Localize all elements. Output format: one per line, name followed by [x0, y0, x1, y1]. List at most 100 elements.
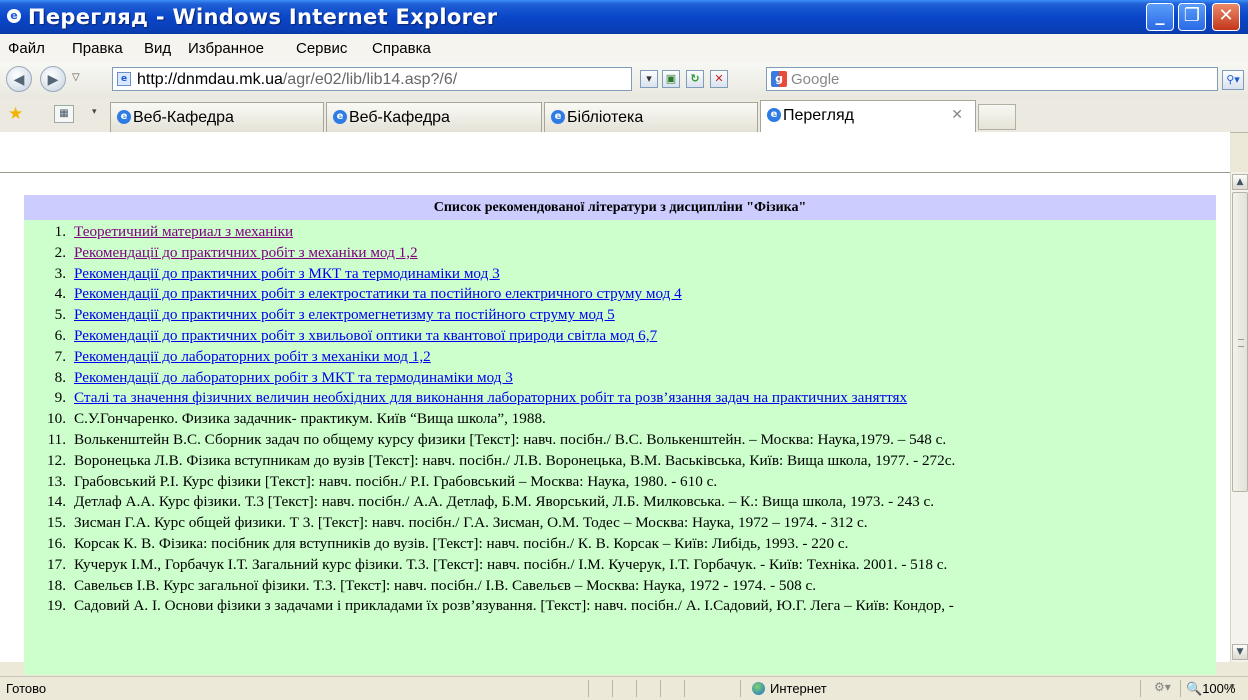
list-item: 5. Рекомендації до практичних робіт з еле…: [24, 306, 1216, 327]
literature-link[interactable]: Рекомендації до лабораторних робіт з МКТ…: [74, 369, 513, 387]
item-number: 7.: [54, 347, 66, 365]
list-item: 16. Корсак К. В. Фізика: посібник для вст…: [24, 535, 1216, 556]
close-button[interactable]: ✕: [1212, 3, 1240, 31]
scroll-thumb[interactable]: [1232, 192, 1248, 492]
literature-link[interactable]: Рекомендації до практичних робіт з хвиль…: [74, 327, 657, 345]
url-host: http://dnmdau.mk.ua: [137, 71, 283, 88]
status-divider: [684, 680, 685, 697]
status-divider: [1140, 680, 1141, 697]
literature-link[interactable]: Рекомендації до практичних робіт з МКТ т…: [74, 265, 500, 283]
scroll-down-button[interactable]: ▼: [1232, 644, 1248, 660]
list-item: 13. Грабовський Р.І. Курс фізики [Текст]:…: [24, 473, 1216, 494]
literature-entry: Волькенштейн В.С. Сборник задач по общем…: [74, 430, 947, 448]
tab-ie-icon: e: [767, 108, 781, 122]
literature-link[interactable]: Рекомендації до практичних робіт з елект…: [74, 285, 682, 303]
favorites-star-icon[interactable]: ★: [8, 104, 23, 124]
menu-edit[interactable]: Правка: [72, 40, 123, 57]
literature-link[interactable]: Рекомендації до практичних робіт з елект…: [74, 306, 615, 324]
list-item: 14. Детлаф А.А. Курс фізики. Т.3 [Текст]:…: [24, 493, 1216, 514]
refresh-icon[interactable]: ↻: [686, 70, 704, 88]
menu-tools[interactable]: Сервис: [296, 40, 347, 57]
item-number: 13.: [47, 472, 66, 490]
list-item: 15. Зисман Г.А. Курс общей физики. Т 3. […: [24, 514, 1216, 535]
address-input[interactable]: e http://dnmdau.mk.ua/agr/e02/lib/lib14.…: [112, 67, 632, 91]
status-divider: [612, 680, 613, 697]
list-item: 8. Рекомендації до лабораторних робіт з М…: [24, 369, 1216, 390]
forward-button[interactable]: ▶: [40, 66, 66, 92]
literature-heading: Список рекомендованої літератури з дисци…: [24, 195, 1216, 220]
menu-help[interactable]: Справка: [372, 40, 431, 57]
literature-link[interactable]: Теоретичний материал з механіки: [74, 223, 293, 241]
address-url[interactable]: http://dnmdau.mk.ua/agr/e02/lib/lib14.as…: [137, 71, 457, 89]
literature-list: 1. Теоретичний материал з механіки 2. Реком…: [24, 223, 1216, 618]
list-item: 2. Рекомендації до практичних робіт з мех…: [24, 244, 1216, 265]
literature-entry: Грабовський Р.І. Курс фізики [Текст]: на…: [74, 472, 718, 490]
recent-pages-dropdown[interactable]: ▽: [72, 72, 80, 83]
item-number: 19.: [47, 597, 66, 615]
security-zone: Интернет: [770, 681, 827, 696]
literature-entry: Кучерук І.М., Горбачук І.Т. Загальний ку…: [74, 555, 948, 573]
minimize-button[interactable]: _: [1146, 3, 1174, 31]
literature-entry: С.У.Гончаренко. Физика задачник- практик…: [74, 410, 546, 428]
list-item: 19. Садовий А. І. Основи фізики з задачам…: [24, 597, 1216, 618]
tab-view[interactable]: e Перегляд ✕: [760, 100, 976, 132]
search-input[interactable]: g Google: [766, 67, 1218, 91]
address-dropdown-button[interactable]: ▾: [640, 70, 658, 88]
tab-label: Веб-Кафедра: [349, 109, 450, 126]
zoom-level[interactable]: 🔍100%: [1186, 681, 1235, 697]
item-number: 5.: [54, 306, 66, 324]
tab-web-kafedra-2[interactable]: e Веб-Кафедра: [326, 102, 542, 132]
stop-icon[interactable]: ✕: [710, 70, 728, 88]
item-number: 16.: [47, 534, 66, 552]
literature-entry: Савельєв І.В. Курс загальної фізики. Т.3…: [74, 576, 817, 594]
new-tab-button[interactable]: [978, 104, 1016, 130]
list-item: 7. Рекомендації до лабораторних робіт з м…: [24, 348, 1216, 369]
quick-tabs-icon[interactable]: ▦: [54, 105, 74, 123]
tab-label: Бібліотека: [567, 109, 644, 126]
search-go-icon[interactable]: ⚲▾: [1222, 70, 1244, 90]
scroll-up-button[interactable]: ▲: [1232, 174, 1248, 190]
tab-list-dropdown[interactable]: ▾: [92, 107, 97, 117]
menu-favorites[interactable]: Избранное: [188, 40, 264, 57]
back-button[interactable]: ◀: [6, 66, 32, 92]
list-item: 18. Савельєв І.В. Курс загальної фізики. …: [24, 577, 1216, 598]
tab-ie-icon: e: [551, 110, 565, 124]
item-number: 12.: [47, 451, 66, 469]
menu-bar: Файл Правка Вид Избранное Сервис Справка: [0, 34, 1248, 63]
tab-ie-icon: e: [333, 110, 347, 124]
zoom-icon: 🔍: [1186, 681, 1203, 696]
tab-close-icon[interactable]: ✕: [951, 107, 963, 123]
tab-library[interactable]: e Бібліотека: [544, 102, 758, 132]
window-title: Перегляд - Windows Internet Explorer: [28, 5, 498, 29]
compat-view-icon[interactable]: ▣: [662, 70, 680, 88]
list-item: 4. Рекомендації до практичних робіт з еле…: [24, 285, 1216, 306]
status-divider: [740, 680, 741, 697]
literature-link[interactable]: Рекомендації до лабораторних робіт з мех…: [74, 348, 431, 366]
list-item: 12. Воронецька Л.В. Фізика вступникам до …: [24, 452, 1216, 473]
list-item: 11. Волькенштейн В.С. Сборник задач по об…: [24, 431, 1216, 452]
tab-label: Перегляд: [783, 107, 855, 124]
protected-mode-icon[interactable]: ⚙▾: [1154, 680, 1171, 694]
vertical-scrollbar[interactable]: ▲ ▼: [1230, 172, 1248, 662]
url-path: /agr/e02/lib/lib14.asp?/6/: [282, 71, 458, 88]
zoom-dropdown[interactable]: ▾: [1230, 682, 1235, 692]
item-number: 18.: [47, 576, 66, 594]
menu-file[interactable]: Файл: [8, 40, 45, 57]
literature-link[interactable]: Сталі та значення фізичних величин необх…: [74, 389, 907, 407]
literature-entry: Садовий А. І. Основи фізики з задачами і…: [74, 597, 954, 615]
literature-table: Список рекомендованої літератури з дисци…: [24, 195, 1216, 675]
status-divider: [588, 680, 589, 697]
literature-entry: Детлаф А.А. Курс фізики. Т.3 [Текст]: на…: [74, 493, 935, 511]
status-divider: [1180, 680, 1181, 697]
internet-zone-icon: [752, 682, 765, 695]
google-icon: g: [771, 71, 787, 87]
list-item: 9. Сталі та значення фізичних величин нео…: [24, 389, 1216, 410]
status-bar: Готово Интернет ⚙▾ 🔍100% ▾: [0, 676, 1248, 700]
tab-web-kafedra-1[interactable]: e Веб-Кафедра: [110, 102, 324, 132]
item-number: 14.: [47, 493, 66, 511]
list-item: 3. Рекомендації до практичних робіт з МКТ…: [24, 265, 1216, 286]
menu-view[interactable]: Вид: [144, 40, 171, 57]
literature-entry: Корсак К. В. Фізика: посібник для вступн…: [74, 534, 849, 552]
maximize-button[interactable]: ❐: [1178, 3, 1206, 31]
literature-link[interactable]: Рекомендації до практичних робіт з механ…: [74, 244, 418, 262]
